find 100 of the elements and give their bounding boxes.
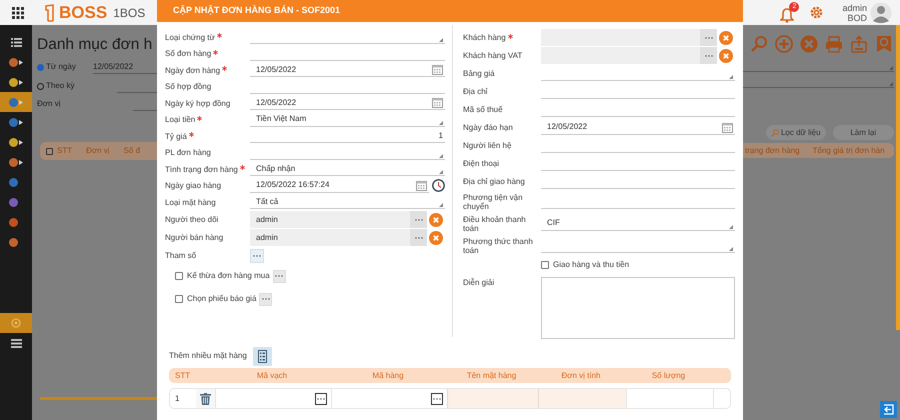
logo-text: BOSS: [59, 4, 108, 21]
printer-icon[interactable]: [825, 35, 843, 53]
date-field[interactable]: 12/05/2022 16:57:24: [250, 178, 429, 193]
select-field[interactable]: Tiền Việt Nam: [250, 112, 445, 127]
field-label: Số đơn hàng: [165, 49, 212, 58]
scrollbar[interactable]: [40, 397, 157, 400]
calendar-icon: [432, 64, 443, 76]
dot-icon: [9, 118, 18, 126]
lookup-field[interactable]: admin: [250, 211, 410, 228]
column-header: Mã vạch: [256, 370, 288, 382]
delete-icon[interactable]: [800, 35, 818, 53]
number-field[interactable]: 1: [250, 129, 445, 144]
delete-button[interactable]: [196, 389, 215, 408]
checkbox-label[interactable]: Giao hàng và thu tiền: [553, 259, 630, 271]
checkbox[interactable]: [175, 272, 183, 280]
select-field[interactable]: CIF: [541, 216, 735, 230]
table-cell-text: 1: [174, 392, 180, 404]
dropdown-corner-icon: [729, 246, 733, 250]
clear-button[interactable]: [719, 48, 733, 62]
clear-button[interactable]: [429, 212, 443, 226]
radio-label[interactable]: Theo kỳ: [46, 80, 74, 92]
column-header: Số đ: [124, 145, 140, 157]
column-header: Mã hàng: [371, 370, 405, 382]
scrollbar[interactable]: [896, 25, 900, 330]
lookup-field[interactable]: [541, 29, 700, 46]
field-label: PL đơn hàng: [165, 148, 211, 158]
export-icon[interactable]: [850, 35, 868, 53]
bell-icon: [780, 8, 794, 22]
lookup-field[interactable]: admin: [250, 229, 410, 246]
dot-icon: [9, 58, 18, 66]
column-header: Đơn vị tính: [560, 370, 602, 382]
field-label: Loại chứng từ: [165, 32, 215, 42]
avatar-icon[interactable]: [870, 2, 892, 24]
dropdown-corner-icon: [439, 170, 443, 174]
gear-icon[interactable]: [809, 5, 824, 20]
dot-icon: [9, 218, 18, 226]
grid-icon[interactable]: [12, 6, 24, 18]
add-items-label: Thêm nhiều mặt hàng: [169, 350, 247, 362]
date-field[interactable]: 12/05/2022: [250, 63, 445, 78]
radio-button[interactable]: [37, 64, 44, 70]
radio-button[interactable]: [37, 82, 44, 90]
clock-icon[interactable]: [432, 179, 445, 192]
field-label: Ngày giao hàng: [165, 181, 222, 190]
page-title: Danh mục đơn h: [37, 35, 152, 55]
field-label: Người theo dõi: [165, 215, 218, 224]
search-icon: [770, 128, 779, 136]
exit-button[interactable]: [880, 401, 897, 418]
checkbox-label[interactable]: Chọn phiếu báo giá: [187, 293, 256, 305]
dot-icon: [9, 158, 18, 166]
field-label: Người bán hàng: [165, 233, 224, 242]
select-field[interactable]: Chấp nhận: [250, 162, 445, 176]
user-name: admin: [842, 2, 867, 12]
checkbox[interactable]: [175, 295, 183, 303]
date-field[interactable]: 12/05/2022: [250, 96, 445, 110]
field-label: Người liên hệ: [463, 141, 512, 150]
field-label: Loại mặt hàng: [165, 198, 216, 207]
browse-button[interactable]: [431, 392, 443, 404]
app-name: 1BOS: [113, 4, 146, 22]
field-label: Tham số: [165, 251, 196, 260]
menu-icon[interactable]: [10, 38, 22, 46]
select-field[interactable]: Tất cả: [250, 195, 445, 210]
column-header: Tổng giá trị đơn hàn: [812, 144, 885, 156]
checkbox[interactable]: [541, 261, 549, 269]
add-icon[interactable]: [775, 35, 793, 53]
options-button[interactable]: [250, 248, 264, 262]
dropdown-corner-icon: [439, 120, 443, 125]
column-header: Số lượng: [650, 370, 686, 382]
dropdown-corner-icon: [889, 66, 893, 70]
dropdown-corner-icon: [439, 154, 443, 158]
field-label: Khách hàng: [463, 33, 506, 42]
dropdown-corner-icon: [729, 74, 733, 78]
description-field[interactable]: [541, 276, 735, 338]
column-header: Tên mặt hàng: [466, 370, 518, 382]
reset-button[interactable]: Làm lại: [832, 125, 894, 140]
lookup-field[interactable]: [541, 47, 700, 64]
field-label: Điện thoại: [463, 159, 500, 168]
field-label: Ngày đáo hạn: [463, 123, 513, 132]
close-icon: [433, 234, 439, 240]
field-label: Khách hàng VAT: [463, 51, 522, 60]
dot-icon: [9, 198, 18, 206]
clear-button[interactable]: [429, 230, 443, 244]
dot-icon: [9, 178, 18, 186]
filter-button[interactable]: Lọc dữ liệu: [766, 125, 826, 140]
gear-icon: [11, 318, 21, 328]
date-field[interactable]: 12/05/2022: [541, 120, 735, 134]
column-header: STT: [174, 370, 192, 382]
checkbox[interactable]: [46, 148, 53, 154]
search-icon[interactable]: [750, 35, 768, 53]
add-items-button[interactable]: [252, 346, 272, 366]
list-icon: [10, 338, 22, 348]
radio-label[interactable]: Từ ngày: [46, 61, 76, 73]
clear-button[interactable]: [719, 30, 733, 44]
arrow-left-icon: [883, 404, 894, 415]
checkbox-label[interactable]: Kế thừa đơn hàng mua: [187, 270, 270, 282]
field-label: Mã số thuế: [463, 105, 503, 114]
close-icon: [723, 34, 729, 40]
field-label: Ngày ký hợp đồng: [165, 98, 230, 108]
browse-button[interactable]: [315, 392, 327, 404]
list-icon: [258, 350, 267, 362]
dialog-title: CẬP NHẬT ĐƠN HÀNG BÁN - SOF2001: [157, 0, 743, 22]
